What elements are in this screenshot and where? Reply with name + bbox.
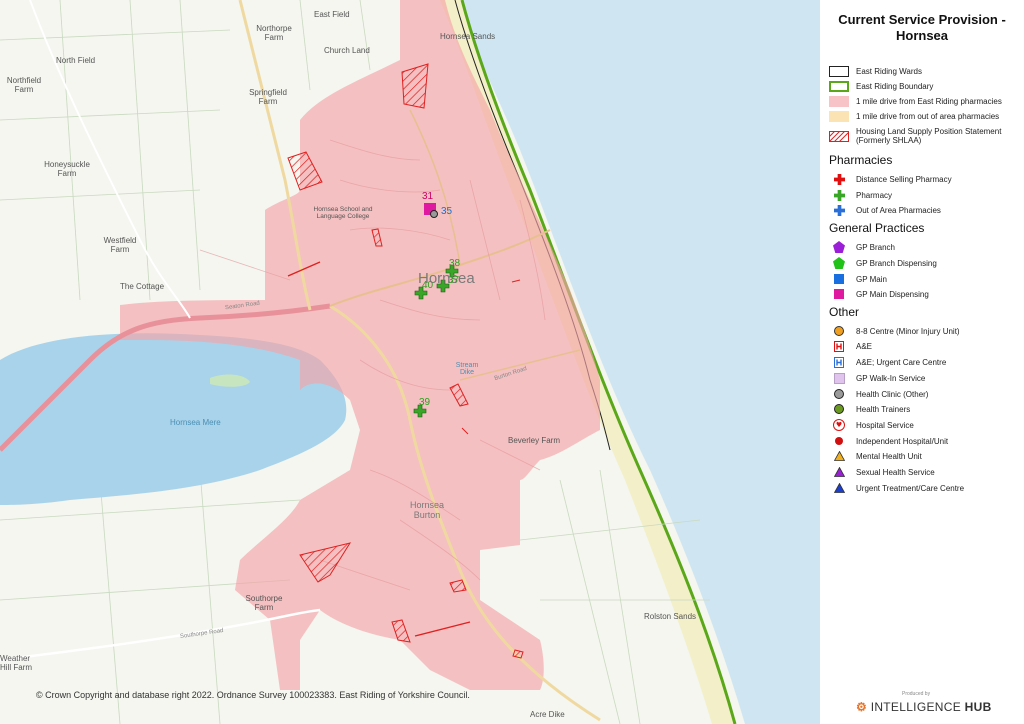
olive-circle-icon bbox=[828, 403, 850, 415]
orange-triangle-icon bbox=[828, 450, 850, 462]
map-title: Current Service Provision - Hornsea bbox=[838, 12, 1006, 43]
legend-item: Mental Health Unit bbox=[828, 449, 922, 463]
map-panel[interactable]: East Field Northorpe Farm Hornsea Sands … bbox=[0, 0, 820, 724]
legend-item: GP Main Dispensing bbox=[828, 287, 929, 301]
produced-by-label: Produced by bbox=[902, 691, 931, 697]
legend-item: Sexual Health Service bbox=[828, 465, 935, 479]
place-label: Hornsea School and Language College bbox=[313, 206, 373, 220]
lilac-square-icon bbox=[828, 372, 850, 384]
legend-heading-other: Other bbox=[829, 305, 860, 319]
housing-site bbox=[512, 649, 524, 659]
legend-item: Independent Hospital/Unit bbox=[828, 434, 948, 448]
copyright-notice: © Crown Copyright and database right 202… bbox=[36, 690, 470, 700]
legend-item: East Riding Boundary bbox=[828, 79, 933, 93]
place-label: Weather Hill Farm bbox=[0, 654, 32, 672]
legend-item: GP Branch bbox=[828, 240, 895, 254]
legend-item: GP Main bbox=[828, 272, 887, 286]
legend-item: Out of Area Pharmacies bbox=[828, 203, 941, 217]
legend-item: East Riding Wards bbox=[828, 64, 922, 78]
orange-circle-icon bbox=[828, 325, 850, 337]
place-label: The Cottage bbox=[120, 282, 165, 291]
legend-item: ♥ Hospital Service bbox=[828, 418, 914, 432]
map-canvas bbox=[0, 0, 820, 724]
place-label: North Field bbox=[56, 56, 96, 65]
place-label: Hornsea Burton bbox=[409, 500, 445, 520]
legend-item: Urgent Treatment/Care Centre bbox=[828, 481, 964, 495]
legend-item: A&E bbox=[828, 339, 872, 353]
legend-item: Distance Selling Pharmacy bbox=[828, 172, 952, 186]
blue-h-icon bbox=[828, 356, 850, 368]
place-label: Northfield Farm bbox=[6, 76, 42, 94]
purple-triangle-icon bbox=[828, 466, 850, 478]
intelligence-hub-logo: ⚙ INTELLIGENCE HUB bbox=[856, 700, 992, 714]
place-label: Stream Dike bbox=[455, 362, 479, 376]
place-label: Beverley Farm bbox=[508, 436, 561, 445]
place-label: Springfield Farm bbox=[249, 88, 287, 106]
place-label: Hornsea Sands bbox=[440, 32, 496, 41]
ward-outline-icon bbox=[828, 65, 850, 77]
purple-pentagon-icon bbox=[828, 241, 850, 253]
red-circle-icon bbox=[828, 435, 850, 447]
place-label: Church Land bbox=[324, 46, 370, 55]
legend-item: GP Walk-In Service bbox=[828, 371, 925, 385]
health-clinic-marker bbox=[430, 210, 438, 218]
site-label-38: 38 bbox=[449, 258, 461, 269]
heart-icon: ♥ bbox=[828, 419, 850, 431]
legend-heading-pharmacies: Pharmacies bbox=[829, 153, 893, 167]
blue-cross-icon bbox=[828, 204, 850, 216]
site-label-31: 31 bbox=[422, 191, 434, 202]
legend-item: 1 mile drive from East Riding pharmacies bbox=[828, 94, 1002, 108]
legend-item: 1 mile drive from out of area pharmacies bbox=[828, 109, 999, 123]
magenta-square-icon bbox=[828, 288, 850, 300]
legend-heading-gp: General Practices bbox=[829, 221, 925, 235]
green-pentagon-icon bbox=[828, 257, 850, 269]
place-label: Westfield Farm bbox=[103, 236, 137, 254]
green-cross-icon bbox=[828, 189, 850, 201]
peach-fill-icon bbox=[828, 110, 850, 122]
place-label: Rolston Sands bbox=[644, 612, 697, 621]
place-label: Southorpe Farm bbox=[245, 594, 283, 612]
legend-item: Pharmacy bbox=[828, 188, 892, 202]
blue-triangle-icon bbox=[828, 482, 850, 494]
legend-item: Health Clinic (Other) bbox=[828, 387, 928, 401]
legend-item: Housing Land Supply Position Statement (… bbox=[828, 126, 1016, 146]
place-label: Honeysuckle Farm bbox=[44, 160, 90, 178]
place-label: Northorpe Farm bbox=[256, 24, 292, 42]
legend-panel: Current Service Provision - Hornsea East… bbox=[820, 0, 1024, 724]
grey-circle-icon bbox=[828, 388, 850, 400]
legend-item: GP Branch Dispensing bbox=[828, 256, 937, 270]
pink-fill-icon bbox=[828, 95, 850, 107]
place-label: Acre Dike bbox=[530, 710, 565, 719]
hatch-icon bbox=[828, 130, 850, 142]
place-label: East Field bbox=[314, 10, 350, 19]
legend-item: Health Trainers bbox=[828, 402, 910, 416]
hub-logo-icon: ⚙ bbox=[856, 700, 868, 714]
site-label-37: 37 bbox=[448, 275, 460, 286]
lake-label: Hornsea Mere bbox=[170, 418, 221, 427]
legend-item: A&E; Urgent Care Centre bbox=[828, 355, 946, 369]
boundary-outline-icon bbox=[828, 80, 850, 92]
site-label-40: 40 bbox=[422, 280, 434, 291]
site-label-35: 35 bbox=[441, 206, 453, 217]
legend-item: 8-8 Centre (Minor Injury Unit) bbox=[828, 324, 960, 338]
red-cross-icon bbox=[828, 173, 850, 185]
blue-square-icon bbox=[828, 273, 850, 285]
site-label-39: 39 bbox=[419, 397, 431, 408]
red-h-icon bbox=[828, 340, 850, 352]
housing-site bbox=[401, 63, 429, 109]
